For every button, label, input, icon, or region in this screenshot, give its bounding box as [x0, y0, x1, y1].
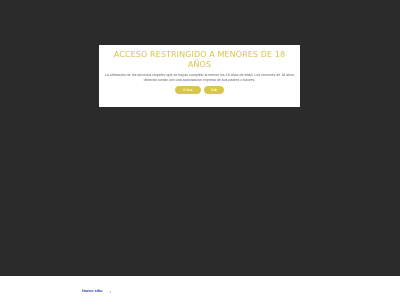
- modal-title: ACCESO RESTRINGIDO A MENORES DE 18 AÑOS: [113, 50, 286, 69]
- age-verification-modal: ACCESO RESTRINGIDO A MENORES DE 18 AÑOS …: [99, 45, 300, 107]
- modal-description: La utilización de los servicios requiere…: [105, 73, 294, 82]
- enter-button[interactable]: Entrar: [175, 86, 201, 94]
- chevron-right-icon[interactable]: ›: [110, 289, 111, 294]
- footer-bar: Nuevo sitio ›: [0, 276, 400, 300]
- new-site-link[interactable]: Nuevo sitio: [82, 289, 102, 294]
- exit-button[interactable]: Salir: [204, 86, 224, 94]
- modal-buttons: Entrar Salir: [99, 86, 300, 95]
